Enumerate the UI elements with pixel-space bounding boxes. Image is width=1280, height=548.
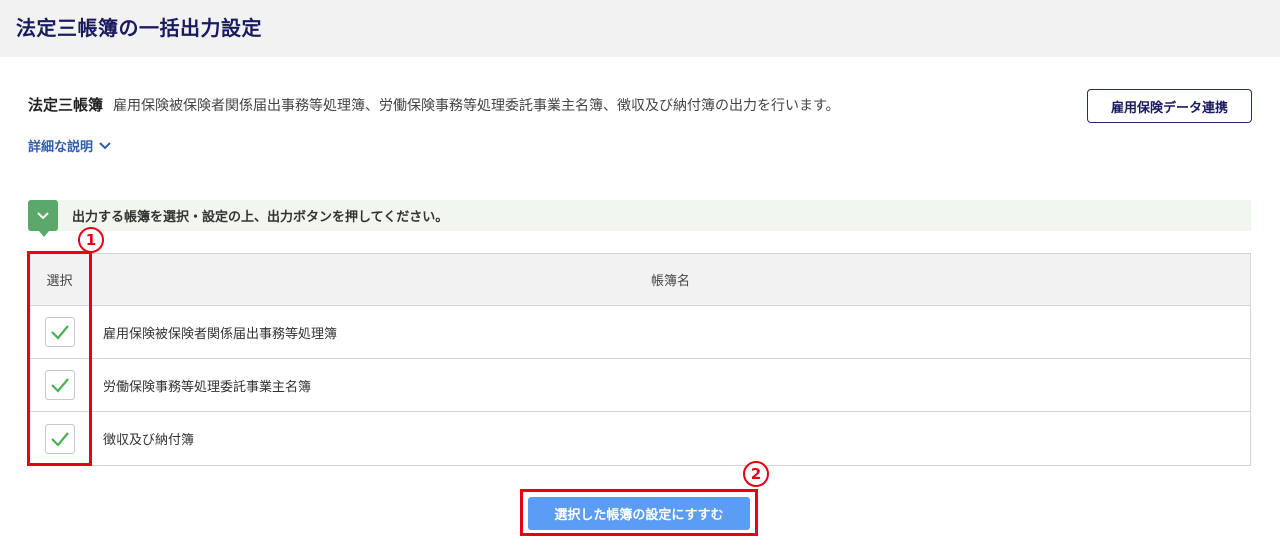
page-header: 法定三帳簿の一括出力設定 <box>0 0 1280 57</box>
ledger-table: 選択 帳簿名 雇用保険被保険者関係届出事務等処理簿 労働保険事務等処理委託事業主… <box>28 253 1251 466</box>
table-row: 雇用保険被保険者関係届出事務等処理簿 <box>29 306 1250 359</box>
intro-description: 雇用保険被保険者関係届出事務等処理簿、労働保険事務等処理委託事業主名簿、徴収及び… <box>113 98 840 114</box>
select-cell <box>29 359 91 411</box>
check-icon <box>51 378 69 393</box>
intro-title: 法定三帳簿 <box>28 96 104 114</box>
instruction-notice: 出力する帳簿を選択・設定の上、出力ボタンを押してください。 <box>28 200 1251 237</box>
annotation-badge-1: 1 <box>78 227 104 253</box>
notice-text: 出力する帳簿を選択・設定の上、出力ボタンを押してください。 <box>72 210 449 225</box>
row-checkbox[interactable] <box>45 370 75 400</box>
detail-toggle-label: 詳細な説明 <box>28 140 94 155</box>
table-header: 選択 帳簿名 <box>29 254 1250 306</box>
select-cell <box>29 412 91 465</box>
table-row: 徴収及び納付簿 <box>29 412 1250 465</box>
select-cell <box>29 306 91 358</box>
intro-text: 法定三帳簿 雇用保険被保険者関係届出事務等処理簿、労働保険事務等処理委託事業主名簿… <box>28 94 1058 115</box>
ledger-name: 労働保険事務等処理委託事業主名簿 <box>103 379 312 395</box>
row-checkbox[interactable] <box>45 423 75 454</box>
row-checkbox[interactable] <box>45 317 75 347</box>
check-icon <box>51 431 69 447</box>
page-title: 法定三帳簿の一括出力設定 <box>16 16 262 40</box>
column-header-select: 選択 <box>29 254 91 305</box>
employment-insurance-data-link-button[interactable]: 雇用保険データ連携 <box>1087 89 1252 123</box>
table-row: 労働保険事務等処理委託事業主名簿 <box>29 359 1250 412</box>
column-header-name: 帳簿名 <box>650 274 690 289</box>
check-icon <box>51 325 69 340</box>
chevron-down-icon <box>99 141 111 150</box>
annotation-badge-2: 2 <box>743 461 769 487</box>
proceed-to-settings-button[interactable]: 選択した帳簿の設定にすすむ <box>528 497 750 530</box>
chevron-down-icon <box>28 200 58 237</box>
ledger-name: 徴収及び納付簿 <box>103 433 195 448</box>
ledger-name: 雇用保険被保険者関係届出事務等処理簿 <box>103 326 338 342</box>
detail-toggle[interactable]: 詳細な説明 <box>28 136 111 155</box>
